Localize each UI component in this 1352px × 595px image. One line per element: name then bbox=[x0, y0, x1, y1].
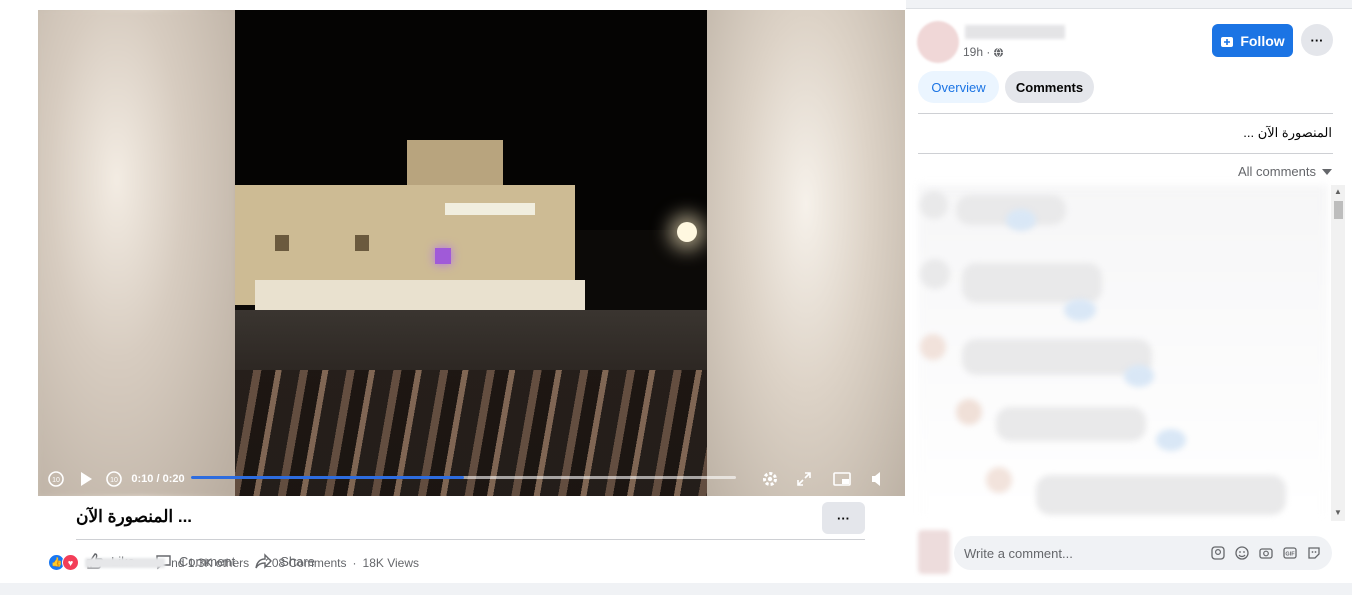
reactions[interactable]: 👍 ♥ bbox=[48, 554, 80, 571]
forward-10-icon[interactable]: 10 bbox=[104, 467, 124, 491]
post-meta: 19h · bbox=[963, 45, 1004, 59]
comments-count[interactable]: 208 Comments bbox=[265, 556, 346, 570]
purple-light bbox=[435, 248, 451, 264]
gif-icon[interactable]: GIF bbox=[1282, 545, 1298, 561]
svg-text:10: 10 bbox=[110, 477, 118, 484]
separator: · bbox=[255, 555, 260, 570]
comment-bubble bbox=[962, 339, 1152, 375]
comment-avatar bbox=[920, 259, 950, 289]
reaction-others[interactable]: nd 1.3K others bbox=[171, 556, 249, 570]
post-more-button[interactable]: ··· bbox=[822, 502, 865, 534]
comment-avatar bbox=[920, 334, 946, 360]
reaction-blob bbox=[1156, 429, 1186, 451]
svg-text:10: 10 bbox=[52, 477, 60, 484]
progress-fill bbox=[191, 476, 464, 479]
reaction-blob bbox=[1124, 365, 1154, 387]
comment-bubble bbox=[996, 407, 1146, 441]
comment-bubble bbox=[962, 263, 1102, 303]
comments-sidebar: 19h · Follow ··· Overview Comments المنص… bbox=[906, 9, 1352, 583]
building-top bbox=[407, 140, 503, 190]
current-user-avatar bbox=[918, 530, 950, 574]
video-controls: 10 10 0:10 / 0:20 bbox=[38, 462, 905, 496]
video-blur-left bbox=[38, 10, 235, 496]
all-comments-label: All comments bbox=[1237, 164, 1316, 179]
video-player[interactable]: 10 10 0:10 / 0:20 bbox=[38, 10, 905, 496]
follow-label: Follow bbox=[1240, 32, 1285, 49]
globe-icon bbox=[994, 47, 1004, 57]
scroll-up-icon[interactable]: ▲ bbox=[1334, 187, 1342, 196]
comment-bubble bbox=[1036, 475, 1286, 515]
post-time[interactable]: 19h · bbox=[963, 45, 990, 59]
settings-icon[interactable] bbox=[760, 467, 780, 491]
comment-avatar bbox=[956, 399, 982, 425]
street-lamp bbox=[677, 222, 697, 242]
caret-down-icon bbox=[1322, 168, 1332, 175]
avatar-sticker-icon[interactable] bbox=[1210, 545, 1226, 561]
comment-avatar bbox=[920, 191, 948, 219]
comment-avatar bbox=[986, 467, 1012, 493]
progress-bar[interactable] bbox=[191, 476, 736, 479]
play-icon[interactable] bbox=[76, 467, 96, 491]
author-name-redacted[interactable] bbox=[965, 25, 1065, 39]
actions-divider bbox=[76, 539, 865, 540]
divider bbox=[918, 153, 1333, 154]
redacted-names bbox=[85, 557, 166, 568]
awning bbox=[255, 280, 585, 310]
scrollbar-thumb[interactable] bbox=[1334, 201, 1343, 219]
separator: · bbox=[352, 555, 357, 570]
comment-placeholder: Write a comment... bbox=[964, 546, 1073, 561]
video-frame[interactable] bbox=[235, 10, 707, 496]
time-display: 0:10 / 0:20 bbox=[131, 473, 185, 485]
video-blur-right bbox=[707, 10, 905, 496]
post-caption: المنصورة الآن ... bbox=[76, 507, 193, 526]
sidebar-more-button[interactable]: ··· bbox=[1301, 24, 1333, 56]
camera-icon[interactable] bbox=[1258, 545, 1274, 561]
follow-button[interactable]: Follow bbox=[1212, 24, 1293, 57]
views-count: 18K Views bbox=[362, 555, 419, 570]
divider bbox=[918, 113, 1333, 114]
svg-text:GIF: GIF bbox=[1285, 552, 1295, 558]
comments-scrollbar[interactable]: ▲ ▼ bbox=[1331, 185, 1345, 521]
follow-icon bbox=[1221, 36, 1234, 47]
comment-tools: GIF bbox=[1210, 545, 1322, 561]
reaction-blob bbox=[1064, 299, 1096, 321]
fullscreen-icon[interactable] bbox=[794, 467, 814, 491]
main-panel: 10 10 0:10 / 0:20 المنصورة الآن ... ··· … bbox=[0, 0, 906, 583]
reaction-blob bbox=[1006, 209, 1036, 231]
rewind-10-icon[interactable]: 10 bbox=[46, 467, 66, 491]
love-reaction-icon: ♥ bbox=[62, 554, 80, 571]
tab-overview[interactable]: Overview bbox=[918, 71, 999, 103]
post-stats: 👍 ♥ nd 1.3K others · 208 Comments · 18K … bbox=[48, 554, 419, 571]
miniplayer-icon[interactable] bbox=[831, 467, 853, 491]
all-comments-filter[interactable]: All comments bbox=[1238, 164, 1332, 179]
building-window bbox=[275, 235, 289, 251]
emoji-icon[interactable] bbox=[1234, 545, 1250, 561]
shop-sign bbox=[445, 203, 535, 215]
sticker-icon[interactable] bbox=[1306, 545, 1322, 561]
sidebar-post-text: المنصورة الآن ... bbox=[1243, 125, 1332, 140]
tab-comments[interactable]: Comments bbox=[1005, 71, 1094, 103]
building-window bbox=[355, 235, 369, 251]
scroll-down-icon[interactable]: ▼ bbox=[1334, 508, 1342, 517]
volume-icon[interactable] bbox=[867, 467, 887, 491]
author-avatar[interactable] bbox=[917, 21, 959, 63]
comment-input[interactable]: Write a comment... GIF bbox=[954, 536, 1332, 570]
